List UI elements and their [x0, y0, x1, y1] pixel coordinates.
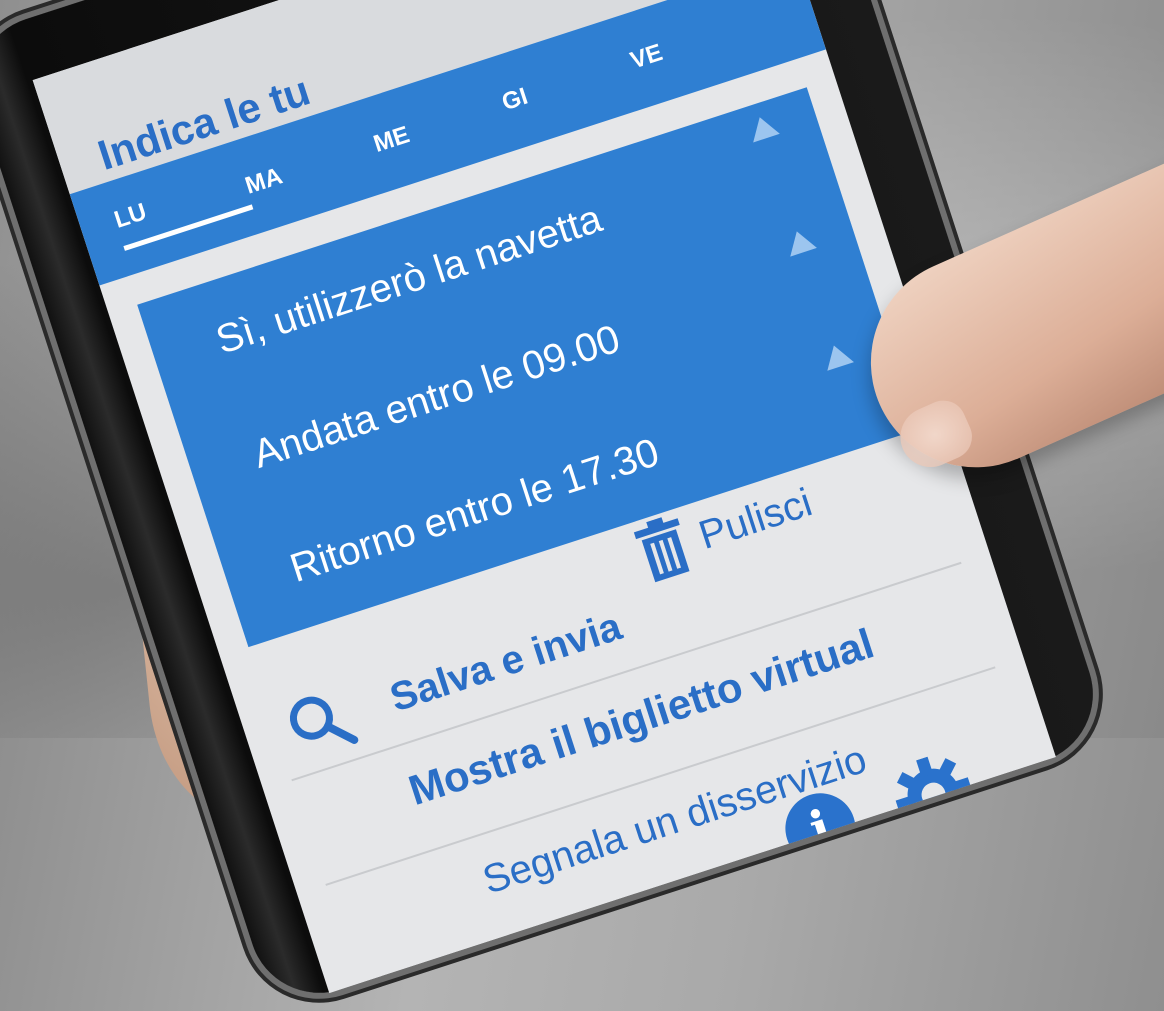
tab-lu[interactable]: LU — [110, 165, 254, 251]
trash-icon — [633, 517, 690, 583]
tab-me[interactable]: ME — [370, 91, 507, 159]
save-label: Salva e invia — [384, 603, 627, 720]
triangle-up-icon — [783, 227, 817, 257]
search-icon — [289, 696, 359, 744]
tab-ma[interactable]: MA — [242, 132, 379, 200]
triangle-up-icon — [746, 112, 780, 143]
triangle-up-icon — [820, 341, 854, 371]
tab-gi[interactable]: GI — [499, 49, 636, 117]
app-screen: Indica le tu LU MA ME GI VE Sì, utilizze… — [32, 0, 1056, 994]
tab-ve[interactable]: VE — [627, 7, 764, 75]
